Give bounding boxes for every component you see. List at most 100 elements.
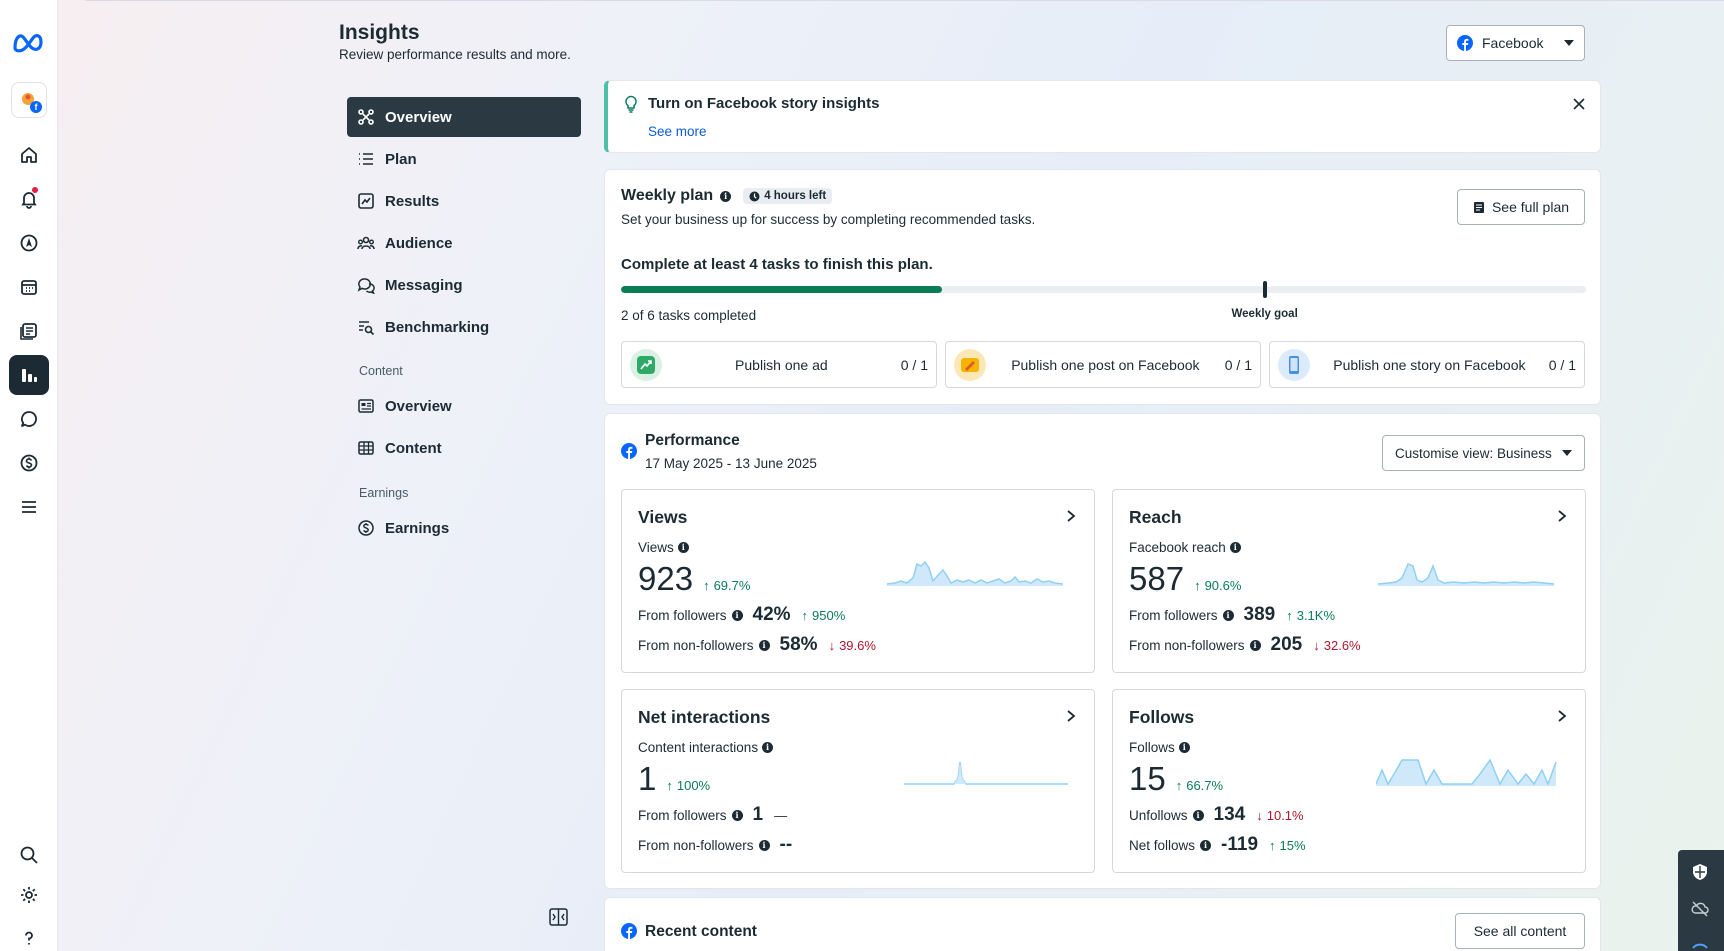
search-icon[interactable] — [9, 835, 49, 875]
row-value: 389 — [1243, 604, 1276, 625]
nav-item-audience[interactable]: Audience — [347, 223, 581, 263]
interactions-metric-card[interactable]: Net interactions Content interactions i 1… — [621, 689, 1095, 873]
insights-bar-chart-icon[interactable] — [9, 355, 49, 395]
task-publish-post[interactable]: Publish one post on Facebook 0 / 1 — [945, 341, 1261, 388]
info-icon[interactable]: i — [731, 809, 743, 821]
chevron-right-icon[interactable] — [1557, 509, 1567, 528]
row-delta: ↑ 15% — [1269, 838, 1306, 853]
calendar-icon[interactable] — [9, 267, 49, 307]
row-value: -119 — [1221, 834, 1259, 855]
metric-row-followers: From followers i 1 — — [638, 804, 787, 826]
nav-item-plan[interactable]: Plan — [347, 139, 581, 179]
row-delta: ↓ 39.6% — [829, 638, 876, 653]
nav-item-overview[interactable]: Overview — [347, 97, 581, 137]
metric-delta: ↑ 90.6% — [1194, 578, 1241, 593]
network-icon[interactable] — [1691, 936, 1709, 951]
metric-main: 15 ↑ 66.7% — [1129, 760, 1223, 798]
section-label-earnings: Earnings — [359, 486, 409, 500]
platform-select[interactable]: Facebook — [1446, 25, 1585, 61]
row-label: From followers — [638, 807, 727, 823]
task-label: Publish one story on Facebook — [1333, 356, 1526, 373]
metric-value: 1 — [638, 760, 657, 797]
info-icon[interactable]: i — [1222, 609, 1234, 621]
info-icon[interactable]: i — [1249, 639, 1261, 651]
home-icon[interactable] — [9, 135, 49, 175]
chevron-right-icon[interactable] — [1557, 709, 1567, 728]
see-all-content-button[interactable]: See all content — [1455, 913, 1585, 949]
nav-item-label: Audience — [385, 234, 453, 252]
delta-text: 100% — [676, 778, 711, 793]
metric-label-text: Content interactions — [638, 740, 759, 755]
help-question-icon[interactable] — [9, 918, 49, 951]
page-avatar-image: f — [11, 82, 47, 118]
security-shield-icon[interactable] — [1691, 863, 1709, 886]
metric-title: Follows — [1129, 707, 1195, 727]
see-more-link[interactable]: See more — [648, 124, 707, 139]
notifications-bell-icon[interactable] — [9, 179, 49, 219]
nav-item-messaging[interactable]: Messaging — [347, 265, 581, 305]
nav-item-label: Overview — [385, 397, 452, 415]
overview-icon — [358, 109, 374, 125]
menu-hamburger-icon[interactable] — [9, 487, 49, 527]
metric-delta: ↑ 100% — [666, 778, 710, 793]
task-publish-ad[interactable]: Publish one ad 0 / 1 — [621, 341, 937, 388]
chevron-right-icon[interactable] — [1066, 509, 1076, 528]
row-label: From non-followers — [1129, 637, 1245, 653]
nav-item-earnings[interactable]: Earnings — [347, 508, 581, 548]
info-icon[interactable]: i — [758, 839, 770, 851]
nav-item-benchmarking[interactable]: Benchmarking — [347, 307, 581, 347]
info-icon[interactable]: i — [1200, 839, 1212, 851]
see-full-plan-button[interactable]: See full plan — [1457, 189, 1585, 225]
arrow-up-icon: ↑ — [1286, 607, 1293, 623]
arrow-down-icon: ↓ — [1313, 637, 1320, 653]
row-delta: ↑ 3.1K% — [1286, 608, 1335, 623]
metric-label: Follows i — [1129, 740, 1190, 755]
nav-item-content-overview[interactable]: Overview — [347, 386, 581, 426]
settings-gear-icon[interactable] — [9, 875, 49, 915]
chevron-right-icon[interactable] — [1066, 709, 1076, 728]
ads-compass-icon[interactable] — [9, 223, 49, 263]
reach-metric-card[interactable]: Reach Facebook reach i 587 ↑ 90.6% From fo… — [1112, 489, 1586, 673]
customise-view-select[interactable]: Customise view: Business — [1382, 435, 1585, 471]
page-title: Insights — [339, 21, 420, 44]
metric-value: 923 — [638, 560, 694, 597]
info-icon[interactable]: i — [677, 542, 689, 553]
row-label: Net follows — [1129, 837, 1196, 853]
info-icon[interactable]: i — [762, 742, 774, 753]
facebook-badge-icon: f — [30, 101, 42, 113]
content-overview-icon — [358, 399, 374, 413]
metric-value: 587 — [1129, 560, 1185, 597]
metric-delta: ↑ 66.7% — [1176, 778, 1223, 793]
task-count: 0 / 1 — [900, 356, 928, 373]
cloud-offline-icon[interactable] — [1691, 900, 1709, 923]
metric-label: Content interactions i — [638, 740, 774, 755]
arrow-down-icon: ↓ — [828, 637, 836, 653]
row-label: From followers — [638, 607, 727, 623]
nav-item-results[interactable]: Results — [347, 181, 581, 221]
recent-content-card: Recent content See all content — [604, 897, 1601, 951]
time-left-text: 4 hours left — [764, 190, 827, 202]
info-icon[interactable]: i — [1178, 742, 1190, 753]
info-icon[interactable]: i — [1229, 542, 1241, 553]
inbox-chat-icon[interactable] — [9, 399, 49, 439]
row-delta: ↑ 950% — [802, 608, 846, 623]
info-icon[interactable]: i — [1192, 809, 1204, 821]
info-icon[interactable]: i — [758, 639, 770, 651]
monetization-dollar-icon[interactable] — [9, 443, 49, 483]
time-left-badge: 4 hours left — [743, 188, 833, 204]
metric-row-followers: From followers i 42% ↑ 950% — [638, 604, 845, 626]
page-avatar[interactable]: f — [9, 80, 49, 120]
content-library-icon[interactable] — [9, 311, 49, 351]
task-publish-story[interactable]: Publish one story on Facebook 0 / 1 — [1269, 341, 1585, 388]
views-metric-card[interactable]: Views Views i 923 ↑ 69.7% From followers i … — [621, 489, 1095, 673]
info-icon[interactable]: i — [720, 190, 732, 202]
collapse-sidebar-icon[interactable] — [549, 908, 568, 931]
close-icon[interactable] — [1572, 97, 1586, 116]
meta-logo-icon[interactable] — [9, 22, 49, 62]
nav-item-content[interactable]: Content — [347, 428, 581, 468]
row-label: From followers — [1129, 607, 1218, 623]
line-chart-icon — [358, 193, 374, 209]
follows-metric-card[interactable]: Follows Follows i 15 ↑ 66.7% Unfollows i 13… — [1112, 689, 1586, 873]
weekly-goal-label: Weekly goal — [1231, 308, 1298, 320]
info-icon[interactable]: i — [731, 609, 743, 621]
